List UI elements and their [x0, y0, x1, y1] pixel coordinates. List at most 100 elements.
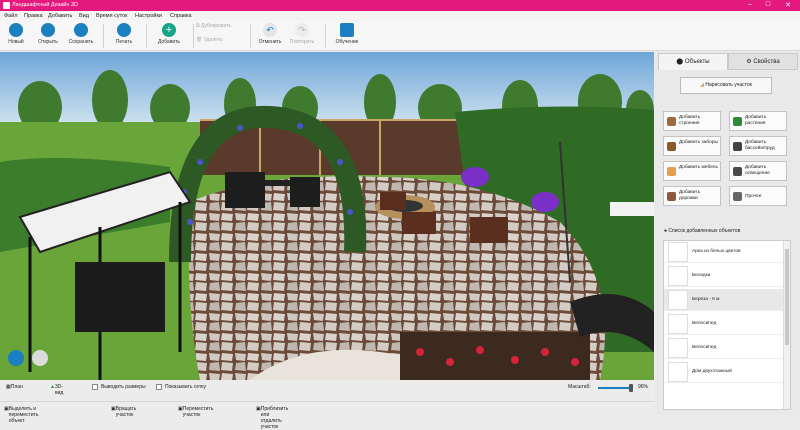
toolbar-separator: [193, 24, 194, 48]
plus-icon: +: [162, 23, 176, 37]
arch-icon: [668, 242, 688, 262]
menu-bar: Файл Правка Добавить Вид Время суток Нас…: [0, 11, 800, 21]
open-folder-icon: [41, 23, 55, 37]
tutorial-button[interactable]: Обучение: [332, 23, 362, 50]
status-bar: ▣ Выделить и переместить объект ▣ Вращат…: [0, 401, 654, 430]
plan-view-button[interactable]: ▦ План: [6, 384, 23, 390]
navigation-move-button[interactable]: [32, 350, 48, 366]
list-item[interactable]: Арка из белых цветов: [664, 241, 784, 263]
plant-icon: [733, 117, 742, 126]
lamp-icon: [733, 167, 742, 176]
house-icon: [668, 362, 688, 382]
print-icon: [117, 23, 131, 37]
zoom-slider-track[interactable]: [598, 384, 633, 392]
title-bar: Ландшафтный Дизайн 3D – □ ✕: [0, 0, 800, 11]
menu-help[interactable]: Справка: [170, 13, 192, 19]
toolbar-separator: [325, 24, 326, 48]
new-button[interactable]: Новый: [4, 23, 28, 50]
menu-time-of-day[interactable]: Время суток: [96, 13, 128, 19]
draw-plot-button[interactable]: ◢ Нарисовать участок: [680, 77, 772, 94]
add-pool-button[interactable]: Добавить бассейн/пруд: [729, 136, 787, 156]
toolbar-separator: [103, 24, 104, 48]
add-plants-button[interactable]: Добавить растения: [729, 111, 787, 131]
list-item[interactable]: Дом двухэтажный: [664, 361, 784, 383]
window-title: Ландшафтный Дизайн 3D: [12, 2, 78, 8]
minimize-button[interactable]: –: [743, 1, 757, 8]
print-button[interactable]: Печать: [112, 23, 136, 50]
list-icon: ●: [664, 228, 668, 234]
save-icon: [74, 23, 88, 37]
gazebo-icon: [668, 266, 688, 286]
bicycle-icon: [668, 338, 688, 358]
add-button[interactable]: + Добавить: [154, 23, 184, 50]
duplicate-button[interactable]: ⧉ Дублировать: [196, 23, 246, 35]
menu-add[interactable]: Добавить: [48, 13, 72, 19]
list-item[interactable]: Велосипед: [664, 337, 784, 359]
open-button[interactable]: Открыть: [35, 23, 61, 50]
objects-list-title: ● Список добавленных объектов: [664, 228, 741, 234]
toolbar: Новый Открыть Сохранить Печать + Добавит…: [0, 21, 800, 51]
status-hint-move: ▣ Переместить участок: [178, 406, 214, 418]
birch-icon: [668, 290, 688, 310]
list-item[interactable]: Береза - 6 м: [664, 289, 784, 311]
status-hint-select: ▣ Выделить и переместить объект: [4, 406, 39, 424]
objects-tab-icon: ⬤: [676, 59, 684, 65]
menu-view[interactable]: Вид: [79, 13, 89, 19]
path-icon: [667, 192, 676, 201]
bicycle-icon: [668, 314, 688, 334]
save-button[interactable]: Сохранить: [66, 23, 96, 50]
zoom-slider-thumb[interactable]: [628, 384, 633, 392]
undo-icon: ↶: [263, 23, 277, 37]
list-scrollbar[interactable]: [783, 241, 790, 409]
add-paths-button[interactable]: Добавить дорожки: [663, 186, 721, 206]
redo-icon: ↷: [295, 23, 309, 37]
status-hint-rotate: ▣ Вращать участок: [111, 406, 137, 418]
tutorial-icon: [340, 23, 354, 37]
duplicate-icon: ⧉: [196, 23, 200, 29]
zoom-slider-fill: [598, 387, 631, 389]
redo-button[interactable]: ↷ Повторить: [287, 23, 317, 50]
menu-edit[interactable]: Правка: [24, 13, 43, 19]
add-furniture-button[interactable]: Добавить мебель: [663, 161, 721, 181]
misc-icon: [733, 192, 742, 201]
app-icon: [3, 2, 10, 9]
trash-icon: 🗑: [196, 37, 203, 43]
scrollbar-thumb[interactable]: [785, 249, 789, 345]
add-lighting-button[interactable]: Добавить освещение: [729, 161, 787, 181]
toolbar-separator: [250, 24, 251, 48]
toolbar-separator: [146, 24, 147, 48]
view-bar: ▦ План ▲ 3D-вид Выводить размеры Показыв…: [0, 380, 654, 396]
maximize-button[interactable]: □: [761, 1, 775, 8]
add-misc-button[interactable]: Прочее: [729, 186, 787, 206]
view-3d-button[interactable]: ▲ 3D-вид: [50, 384, 63, 396]
close-button[interactable]: ✕: [781, 1, 795, 9]
tab-objects[interactable]: ⬤ Объекты: [658, 53, 728, 70]
menu-settings[interactable]: Настройки: [135, 13, 162, 19]
tab-properties[interactable]: ⚙ Свойства: [728, 53, 798, 70]
added-objects-list[interactable]: Арка из белых цветов Беседка Береза - 6 …: [663, 240, 791, 410]
draw-plot-icon: ◢: [700, 82, 704, 88]
add-fences-button[interactable]: Добавить заборы: [663, 136, 721, 156]
right-panel: ⬤ Объекты ⚙ Свойства ◢ Нарисовать участо…: [655, 52, 800, 415]
properties-tab-icon: ⚙: [746, 59, 752, 65]
building-icon: [667, 117, 676, 126]
zoom-label: Масштаб:: [568, 384, 591, 390]
scene-3d-viewport[interactable]: [0, 52, 654, 380]
list-item[interactable]: Беседка: [664, 265, 784, 287]
add-buildings-button[interactable]: Добавить строения: [663, 111, 721, 131]
list-item[interactable]: Велосипед: [664, 313, 784, 335]
zoom-value: 96%: [638, 384, 649, 390]
show-grid-checkbox[interactable]: [156, 384, 162, 390]
show-grid-label: Показывать сетку: [165, 384, 206, 390]
new-icon: [9, 23, 23, 37]
show-sizes-label: Выводить размеры: [101, 384, 146, 390]
menu-file[interactable]: Файл: [4, 13, 18, 19]
garden-scene-illustration: [0, 52, 654, 380]
furniture-icon: [667, 167, 676, 176]
show-sizes-checkbox[interactable]: [92, 384, 98, 390]
navigation-rotate-button[interactable]: [8, 350, 24, 366]
delete-button[interactable]: 🗑 Удалить: [196, 37, 246, 49]
status-hint-zoom: ▣ Приблизить или отдалить участок: [256, 406, 289, 430]
undo-button[interactable]: ↶ Отменить: [256, 23, 284, 50]
pool-icon: [733, 142, 742, 151]
